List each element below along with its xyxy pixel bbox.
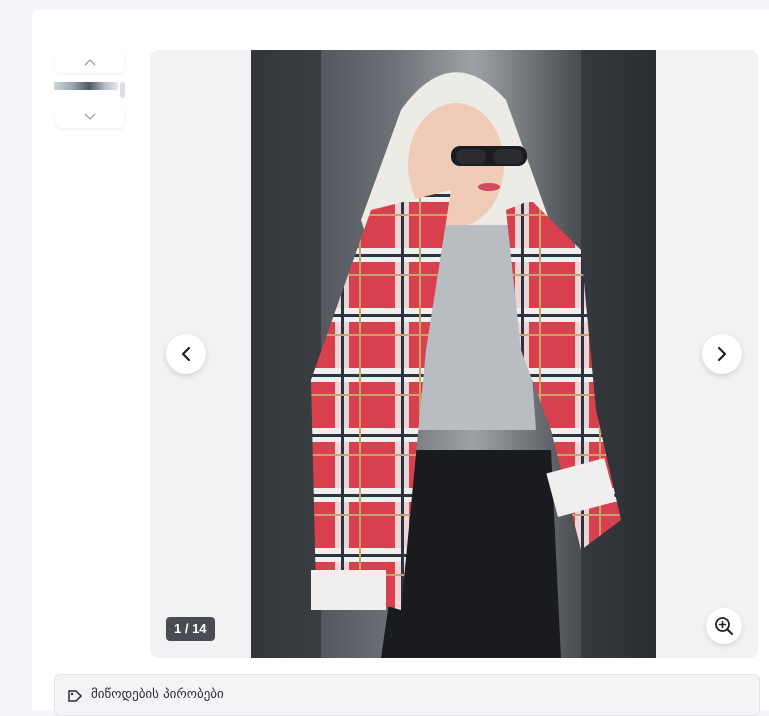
zoom-in-icon <box>715 617 733 635</box>
chevron-up-icon <box>84 59 96 66</box>
zoom-button[interactable] <box>706 608 742 644</box>
next-image-button[interactable] <box>702 334 742 374</box>
thumbnail-strip <box>54 50 128 130</box>
delivery-info-bar[interactable]: მიწოდების პირობები <box>54 674 760 716</box>
thumbnail-image[interactable] <box>54 82 118 90</box>
product-image[interactable] <box>251 50 656 658</box>
chevron-right-icon <box>717 346 727 362</box>
delivery-info-text: მიწოდების პირობები <box>91 687 224 702</box>
chevron-left-icon <box>181 346 191 362</box>
thumbnail-scrollbar[interactable] <box>120 82 125 98</box>
product-photo-illustration <box>251 50 656 658</box>
chevron-down-icon <box>84 113 96 120</box>
thumbnail-down-button[interactable] <box>55 106 125 128</box>
tag-icon <box>68 690 83 702</box>
thumbnail-up-button[interactable] <box>55 51 125 73</box>
image-viewer: 1 / 14 <box>150 50 758 658</box>
image-counter: 1 / 14 <box>166 617 215 641</box>
previous-image-button[interactable] <box>166 334 206 374</box>
